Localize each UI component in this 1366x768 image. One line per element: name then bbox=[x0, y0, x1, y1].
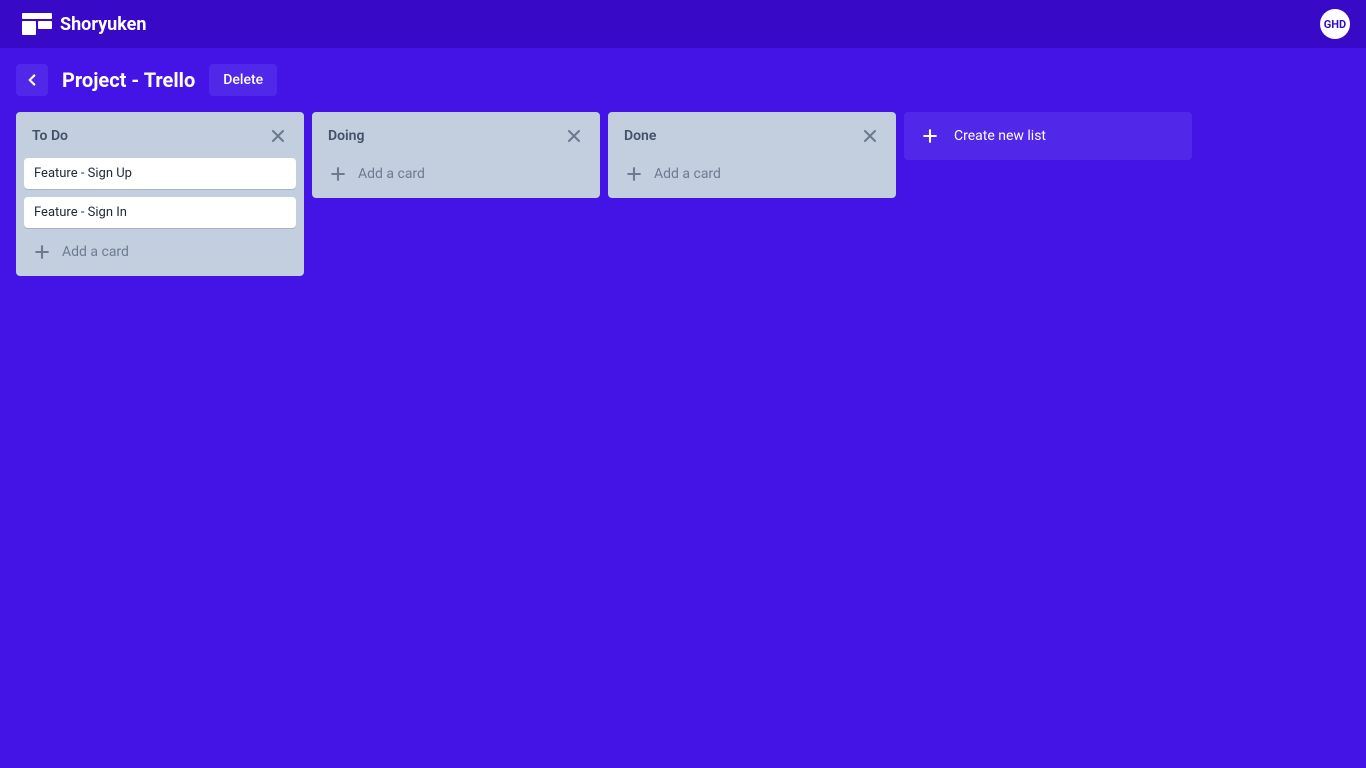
close-icon[interactable] bbox=[860, 126, 880, 146]
list-header: Done bbox=[616, 120, 888, 150]
add-card-button[interactable]: Add a card bbox=[616, 158, 888, 190]
card-title: Feature - Sign Up bbox=[34, 166, 132, 181]
top-navbar: Shoryuken GHD bbox=[0, 0, 1366, 48]
card[interactable]: Feature - Sign In bbox=[24, 197, 296, 228]
back-button[interactable] bbox=[16, 64, 48, 96]
card-title: Feature - Sign In bbox=[34, 205, 127, 220]
card[interactable]: Feature - Sign Up bbox=[24, 158, 296, 189]
close-icon[interactable] bbox=[564, 126, 584, 146]
plus-icon bbox=[328, 164, 348, 184]
avatar-initials: GHD bbox=[1324, 18, 1346, 31]
add-card-label: Add a card bbox=[62, 244, 129, 260]
list-todo: To Do Feature - Sign Up Feature - Sign I… bbox=[16, 112, 304, 276]
brand-logo-icon bbox=[22, 13, 52, 35]
delete-board-button[interactable]: Delete bbox=[209, 64, 277, 96]
plus-icon bbox=[624, 164, 644, 184]
create-list-button[interactable]: Create new list bbox=[904, 112, 1192, 160]
add-card-button[interactable]: Add a card bbox=[24, 236, 296, 268]
create-list-label: Create new list bbox=[954, 128, 1046, 144]
avatar[interactable]: GHD bbox=[1320, 9, 1350, 39]
close-icon[interactable] bbox=[268, 126, 288, 146]
board-header: Project - Trello Delete bbox=[0, 56, 1366, 104]
brand[interactable]: Shoryuken bbox=[22, 13, 146, 35]
add-card-label: Add a card bbox=[654, 166, 721, 182]
list-done: Done Add a card bbox=[608, 112, 896, 198]
board-title: Project - Trello bbox=[62, 68, 195, 92]
add-card-button[interactable]: Add a card bbox=[320, 158, 592, 190]
list-title[interactable]: To Do bbox=[32, 128, 68, 144]
list-title[interactable]: Doing bbox=[328, 128, 364, 144]
list-header: Doing bbox=[320, 120, 592, 150]
brand-name: Shoryuken bbox=[60, 14, 146, 35]
plus-icon bbox=[920, 126, 940, 146]
list-doing: Doing Add a card bbox=[312, 112, 600, 198]
chevron-left-icon bbox=[23, 71, 41, 89]
board-lists-container: To Do Feature - Sign Up Feature - Sign I… bbox=[0, 104, 1366, 284]
plus-icon bbox=[32, 242, 52, 262]
add-card-label: Add a card bbox=[358, 166, 425, 182]
list-header: To Do bbox=[24, 120, 296, 150]
list-title[interactable]: Done bbox=[624, 128, 656, 144]
